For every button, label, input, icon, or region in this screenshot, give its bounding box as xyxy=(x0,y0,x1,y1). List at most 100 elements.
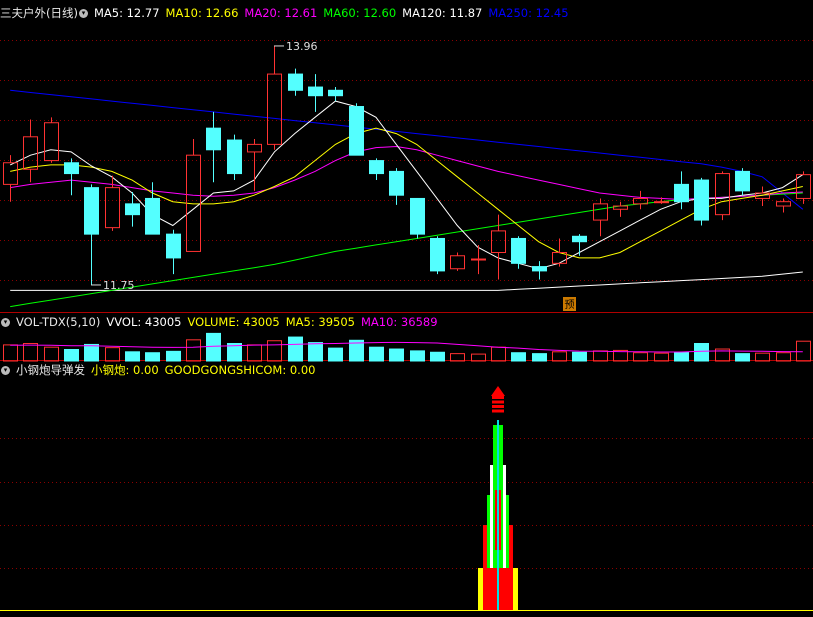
volume-bar xyxy=(410,350,425,362)
candle-body xyxy=(532,266,547,272)
signal-arrow-segment xyxy=(492,409,504,413)
volume-bar xyxy=(776,352,791,362)
volume-bar xyxy=(593,350,608,362)
volume-bar xyxy=(389,348,404,362)
settings-toggle-icon[interactable]: ▾ xyxy=(78,9,88,18)
stock-name[interactable]: 三夫户外(日线) xyxy=(0,6,78,20)
candle-body xyxy=(105,187,120,229)
legend-entry: GOODGONGSHICOM: 0.00 xyxy=(164,363,316,377)
volume-bar xyxy=(44,346,59,362)
volume-bar xyxy=(674,351,689,362)
volume-bar xyxy=(552,351,567,362)
candle-body xyxy=(3,162,18,185)
volume-bar xyxy=(206,332,221,362)
candle-body xyxy=(593,203,608,221)
candle-body xyxy=(84,187,99,235)
volume-bar xyxy=(125,351,140,362)
forecast-badge-label: 预 xyxy=(565,299,575,311)
volume-bar xyxy=(735,353,750,362)
volume-bar xyxy=(84,343,99,362)
signal-arrow-segment xyxy=(492,400,504,404)
legend-entry: MA20: 12.61 xyxy=(244,6,318,20)
volume-indicator-title[interactable]: VOL-TDX(5,10) xyxy=(16,315,100,329)
signal-arrow-segment xyxy=(492,396,504,399)
volume-bar xyxy=(796,340,811,362)
candle-body xyxy=(572,235,587,243)
candle-body xyxy=(145,197,160,235)
volume-bar xyxy=(491,346,506,362)
candle-body xyxy=(511,237,526,264)
volume-bar xyxy=(64,348,79,362)
volume-bar xyxy=(23,343,38,362)
candle-body xyxy=(389,170,404,196)
volume-ma10-line xyxy=(10,341,803,353)
signal-indicator-title[interactable]: 小钢炮导弹发 xyxy=(16,363,85,377)
volume-bar xyxy=(430,351,445,362)
volume-bar xyxy=(450,353,465,362)
legend-entry: MA120: 11.87 xyxy=(402,6,483,20)
volume-bar xyxy=(288,336,303,362)
legend-entry: 小钢炮: 0.00 xyxy=(91,363,159,377)
volume-bar xyxy=(166,350,181,362)
legend-entry: MA60: 12.60 xyxy=(323,6,397,20)
candle-body xyxy=(166,233,181,259)
volume-bar xyxy=(186,339,201,362)
signal-arrow-head xyxy=(491,386,505,396)
candle-body xyxy=(64,162,79,175)
volume-bar xyxy=(369,346,384,362)
candle-body xyxy=(430,237,445,272)
volume-bar xyxy=(755,352,770,362)
signal-arrow-segment xyxy=(492,405,504,408)
candle-body xyxy=(674,183,689,203)
candle-body xyxy=(227,139,242,175)
legend-entry: VVOL: 43005 xyxy=(106,315,182,329)
candle-body xyxy=(471,258,486,261)
candle-body xyxy=(715,173,730,216)
candle-body xyxy=(349,106,364,156)
volume-settings-icon[interactable]: ▾ xyxy=(1,318,10,327)
volume-bar xyxy=(654,352,669,362)
price-annotations: 13.96 11.75 预 xyxy=(91,40,576,311)
ma-indicator-legend: MA5: 12.77 MA10: 12.66 MA20: 12.61 MA60: 12… xyxy=(94,6,575,20)
candle-body xyxy=(288,73,303,91)
price-panel-header: 三夫户外(日线) ▾ MA5: 12.77 MA10: 12.66 MA20: 12.6… xyxy=(0,4,581,22)
volume-bar xyxy=(3,344,18,362)
signal-indicator-legend: 小钢炮: 0.00 GOODGONGSHICOM: 0.00 xyxy=(91,363,321,377)
candle-body xyxy=(491,230,506,254)
candle-body xyxy=(796,174,811,199)
volume-bar xyxy=(308,342,323,362)
candle-body xyxy=(247,143,262,153)
volume-indicator-legend: VVOL: 43005 VOLUME: 43005 MA5: 39505 MA10: … xyxy=(106,315,443,329)
candlestick-series xyxy=(3,45,811,285)
candle-body xyxy=(44,122,59,162)
volume-bar xyxy=(511,352,526,362)
volume-bar xyxy=(694,343,709,362)
volume-bar xyxy=(328,347,343,362)
candle-body xyxy=(694,179,709,221)
missile-signal xyxy=(478,386,518,610)
volume-bar xyxy=(145,352,160,362)
candle-body xyxy=(23,136,38,170)
candle-body xyxy=(410,197,425,235)
volume-bar xyxy=(532,353,547,362)
volume-panel-header: ▾ VOL-TDX(5,10) VVOL: 43005 VOLUME: 43005 MA… xyxy=(0,313,450,331)
low-price-label: 11.75 xyxy=(103,279,135,292)
signal-settings-icon[interactable]: ▾ xyxy=(1,366,10,375)
candle-body xyxy=(267,73,282,145)
legend-entry: MA5: 39505 xyxy=(285,315,355,329)
legend-entry: MA10: 36589 xyxy=(360,315,438,329)
chart-canvas: 13.96 11.75 预 xyxy=(0,40,813,611)
high-price-label: 13.96 xyxy=(286,40,318,53)
volume-bar xyxy=(247,344,262,362)
volume-series xyxy=(3,332,811,362)
legend-entry: MA10: 12.66 xyxy=(165,6,239,20)
signal-panel-header: ▾ 小钢炮导弹发 小钢炮: 0.00 GOODGONGSHICOM: 0.00 xyxy=(0,361,327,379)
candle-body xyxy=(450,255,465,270)
volume-bar xyxy=(105,347,120,362)
candle-body xyxy=(206,127,221,151)
volume-bar xyxy=(633,352,648,362)
volume-bar xyxy=(267,340,282,362)
legend-entry: MA5: 12.77 xyxy=(93,6,160,20)
candle-body xyxy=(776,201,791,207)
candle-body xyxy=(328,89,343,97)
